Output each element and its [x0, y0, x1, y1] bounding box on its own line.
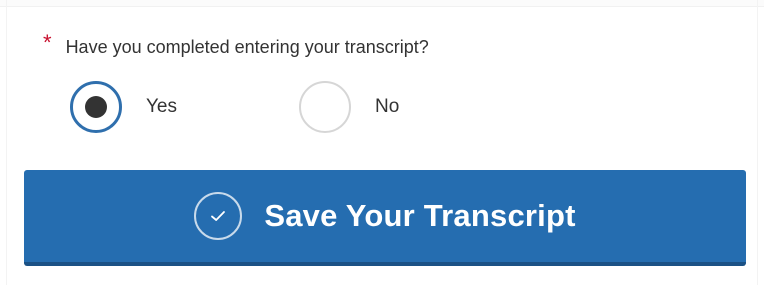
- completion-question: * Have you completed entering your trans…: [43, 30, 429, 59]
- right-divider: [757, 0, 758, 285]
- check-circle-icon: [194, 192, 243, 240]
- radio-selected-dot: [85, 96, 107, 118]
- radio-no-label[interactable]: No: [375, 96, 399, 118]
- top-divider: [0, 0, 764, 7]
- question-label: Have you completed entering your transcr…: [65, 37, 429, 57]
- radio-yes[interactable]: [70, 81, 122, 133]
- left-divider: [6, 0, 7, 285]
- save-button-label: Save Your Transcript: [264, 198, 576, 233]
- radio-option-no[interactable]: No: [299, 81, 399, 133]
- save-transcript-button[interactable]: Save Your Transcript: [24, 170, 746, 266]
- completion-radio-group: Yes No: [70, 80, 399, 134]
- transcript-form: * Have you completed entering your trans…: [0, 0, 764, 285]
- checkmark-icon: [211, 211, 226, 221]
- radio-no[interactable]: [299, 81, 351, 133]
- required-marker: *: [43, 30, 52, 55]
- radio-option-yes[interactable]: Yes: [70, 81, 177, 133]
- radio-yes-label[interactable]: Yes: [146, 96, 177, 118]
